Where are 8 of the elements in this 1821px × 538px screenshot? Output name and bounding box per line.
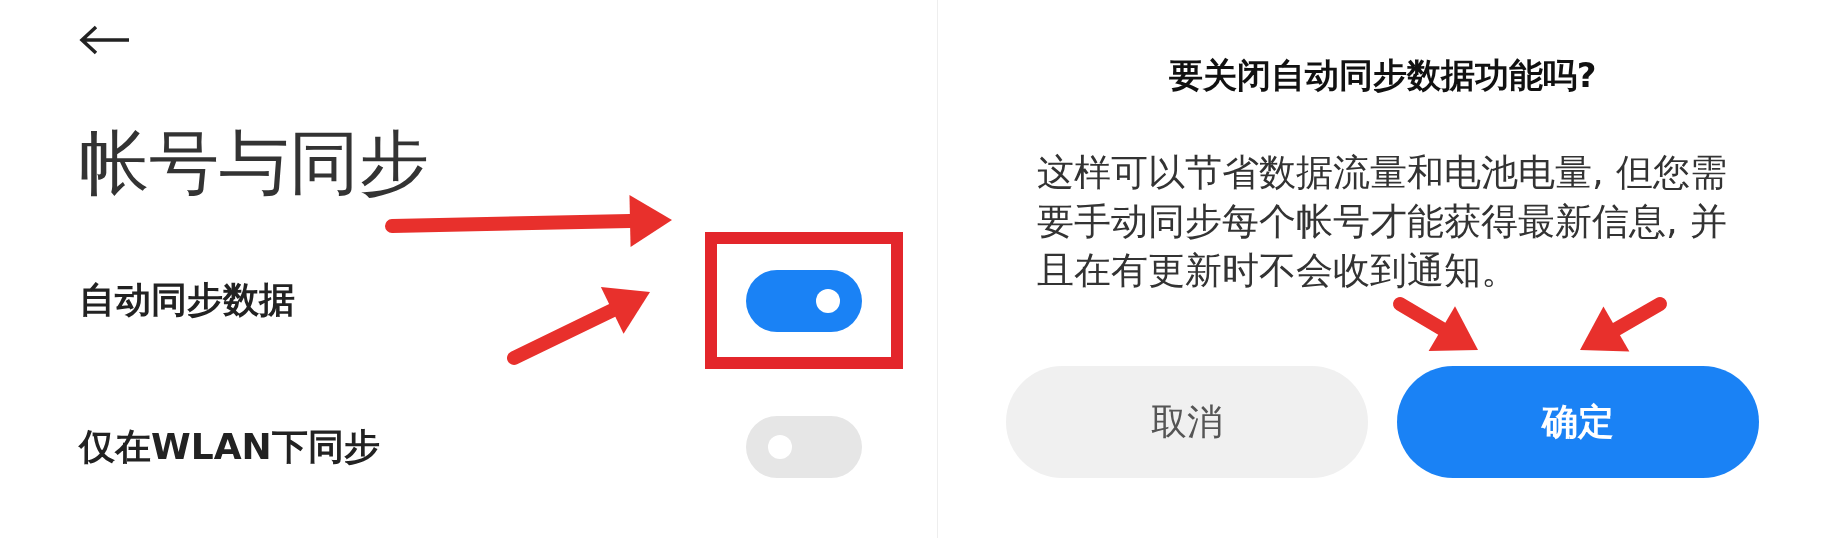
back-arrow-icon[interactable] <box>79 25 131 55</box>
cancel-button[interactable]: 取消 <box>1006 366 1368 478</box>
confirm-button[interactable]: 确定 <box>1397 366 1759 478</box>
dialog-title: 要关闭自动同步数据功能吗? <box>1167 54 1598 97</box>
dialog-message: 这样可以节省数据流量和电池电量, 但您需要手动同步每个帐号才能获得最新信息, 并且在有更新时不会收到通知。 <box>1037 150 1728 294</box>
page-title: 帐号与同步 <box>79 121 430 206</box>
setting-label: 仅在WLAN下同步 <box>79 424 380 469</box>
setting-label: 自动同步数据 <box>79 278 295 322</box>
